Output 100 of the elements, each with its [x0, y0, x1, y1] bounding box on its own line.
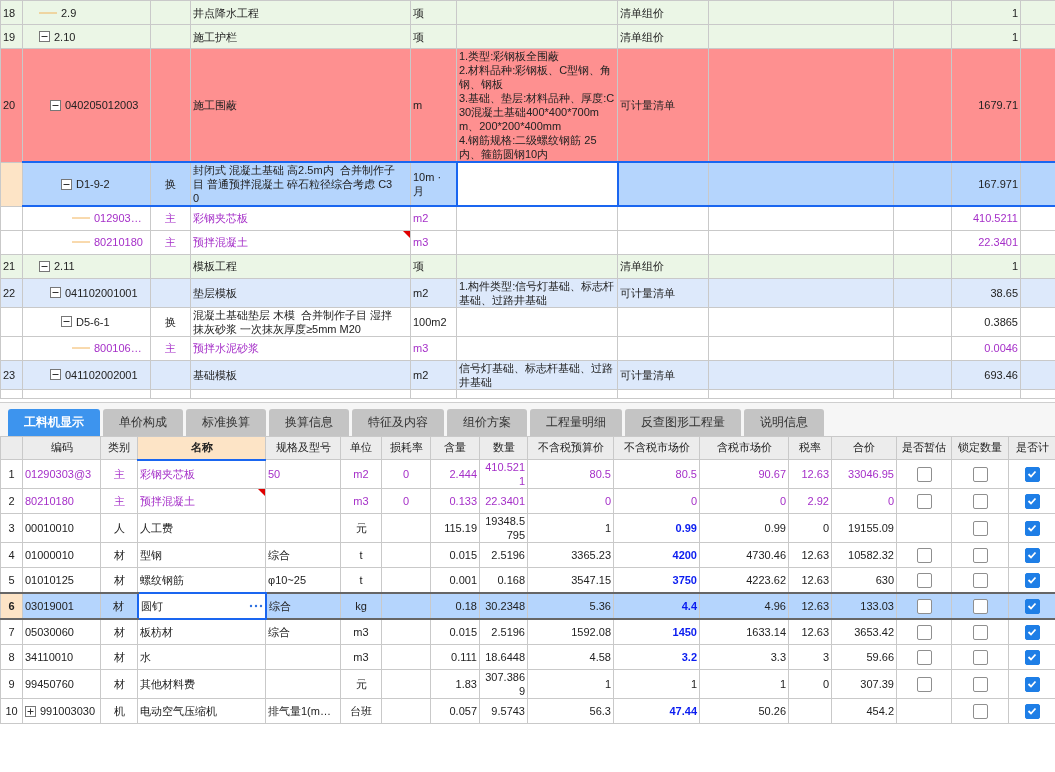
checkbox[interactable]	[916, 624, 932, 640]
checkbox[interactable]	[1024, 703, 1040, 719]
table-cell: 99450760	[22, 669, 101, 699]
column-header[interactable]: 合价	[831, 436, 897, 460]
table-cell: 7	[0, 619, 23, 645]
column-header[interactable]: 是否暂估	[896, 436, 952, 460]
table-cell: kg	[340, 593, 382, 619]
checkmark-icon	[1027, 523, 1037, 534]
checkmark-icon	[1027, 575, 1037, 586]
column-header[interactable]: 含量	[430, 436, 480, 460]
column-header[interactable]: 不含税市场价	[613, 436, 700, 460]
table-cell: 20	[0, 48, 23, 162]
tab[interactable]: 说明信息	[744, 408, 824, 436]
checkbox[interactable]	[1024, 598, 1040, 614]
column-header[interactable]: 含税市场价	[699, 436, 789, 460]
code-text: 2.11	[54, 259, 75, 273]
collapse-icon[interactable]	[39, 31, 50, 42]
checkbox[interactable]	[916, 676, 932, 692]
column-header[interactable]: 编码	[22, 436, 101, 460]
table-cell: 0	[527, 488, 614, 514]
column-header[interactable]: 数量	[479, 436, 528, 460]
checkbox[interactable]	[1024, 547, 1040, 563]
table-cell: 01000010	[22, 542, 101, 568]
checkbox[interactable]	[972, 649, 988, 665]
checkbox[interactable]	[1024, 572, 1040, 588]
table-cell: 材	[100, 593, 138, 619]
table-cell: 信号灯基础、标志杆基础、过路井基础	[456, 360, 618, 389]
checkbox[interactable]	[1024, 466, 1040, 482]
table-cell: 可计量清单	[617, 360, 709, 389]
checkbox[interactable]	[916, 547, 932, 563]
tab[interactable]: 换算信息	[269, 408, 349, 436]
checkmark-icon	[1027, 679, 1037, 690]
tab[interactable]: 反查图形工程量	[625, 408, 741, 436]
checkbox[interactable]	[916, 466, 932, 482]
checkbox[interactable]	[916, 598, 932, 614]
tab[interactable]: 特征及内容	[352, 408, 444, 436]
column-header[interactable]: 锁定数量	[951, 436, 1009, 460]
column-header[interactable]: 规格及型号	[265, 436, 341, 460]
column-header[interactable]: 是否计	[1008, 436, 1055, 460]
collapse-icon[interactable]	[50, 369, 61, 380]
column-header[interactable]: 单位	[340, 436, 382, 460]
code-text: 2.10	[54, 29, 76, 44]
checkbox[interactable]	[972, 703, 988, 719]
expand-icon[interactable]	[25, 705, 36, 717]
checkbox[interactable]	[1024, 520, 1040, 536]
checkmark-icon	[1027, 550, 1037, 561]
checkbox[interactable]	[916, 649, 932, 665]
column-header[interactable]: 损耗率	[381, 436, 431, 460]
table-cell: 0.3865	[951, 307, 1021, 336]
tab[interactable]: 组价方案	[447, 408, 527, 436]
table-cell: 50.26	[699, 698, 789, 724]
table-cell: 项	[410, 0, 457, 25]
table-cell: 307.39	[831, 669, 897, 699]
name-field[interactable]: 圆钉	[137, 593, 266, 619]
checkbox[interactable]	[972, 466, 988, 482]
collapse-icon[interactable]	[50, 99, 61, 111]
collapse-icon[interactable]	[61, 316, 72, 327]
column-header[interactable]: 不含税预算价	[527, 436, 614, 460]
tab[interactable]: 单价构成	[103, 408, 183, 436]
checkbox[interactable]	[916, 493, 932, 509]
checkbox[interactable]	[972, 624, 988, 640]
collapse-icon[interactable]	[61, 178, 72, 190]
table-cell: φ10~25	[265, 567, 341, 593]
column-header[interactable]: 名称	[137, 436, 266, 460]
checkbox[interactable]	[972, 598, 988, 614]
table-cell: 2	[0, 488, 23, 514]
column-header[interactable]: 类别	[100, 436, 138, 460]
table-cell: 彩钢夹芯板	[190, 206, 411, 230]
table-cell: 10m · 月	[410, 162, 457, 206]
checkmark-icon	[1027, 496, 1037, 507]
table-cell: 693.46	[951, 360, 1021, 389]
table-cell: 混凝土基础垫层 木模 合并制作子目 湿拌抹灰砂浆 一次抹灰厚度≥5mm M20	[190, 307, 411, 336]
table-cell: 19	[0, 24, 23, 49]
table-cell: 1	[699, 669, 789, 699]
tab[interactable]: 标准换算	[186, 408, 266, 436]
checkmark-icon	[1027, 469, 1037, 480]
checkbox[interactable]	[1024, 624, 1040, 640]
table-cell: 3.2	[613, 644, 700, 670]
table-cell: 56.3	[527, 698, 614, 724]
checkbox[interactable]	[1024, 649, 1040, 665]
checkbox[interactable]	[972, 547, 988, 563]
collapse-icon[interactable]	[50, 287, 61, 298]
checkbox[interactable]	[972, 572, 988, 588]
checkbox[interactable]	[916, 572, 932, 588]
checkbox[interactable]	[1024, 676, 1040, 692]
table-cell: 9	[0, 669, 23, 699]
checkbox[interactable]	[1024, 493, 1040, 509]
more-icon[interactable]	[248, 604, 263, 608]
checkbox[interactable]	[972, 676, 988, 692]
tab[interactable]: 工程量明细	[530, 408, 622, 436]
code-text: D5-6-1	[76, 314, 110, 329]
code-text: 041102002001	[65, 367, 138, 382]
table-cell: 3750	[613, 567, 700, 593]
table-cell: 80210180	[22, 488, 101, 514]
checkbox[interactable]	[972, 493, 988, 509]
checkbox[interactable]	[972, 520, 988, 536]
column-header[interactable]: 税率	[788, 436, 832, 460]
collapse-icon[interactable]	[39, 260, 50, 272]
table-cell: 4200	[613, 542, 700, 568]
table-cell: 综合	[265, 593, 341, 619]
